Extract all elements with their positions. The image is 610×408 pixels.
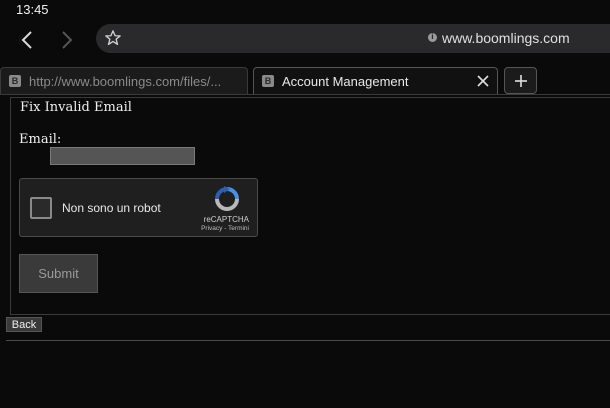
forward-arrow-icon[interactable] xyxy=(54,28,78,52)
tab-favicon-icon: B xyxy=(262,75,274,87)
tab-label: http://www.boomlings.com/files/... xyxy=(29,74,222,89)
address-bar[interactable]: i www.boomlings.com xyxy=(96,24,610,53)
status-bar-time: 13:45 xyxy=(16,2,49,17)
tab-strip-divider xyxy=(0,94,610,95)
close-icon[interactable] xyxy=(477,75,489,87)
recaptcha-widget: Non sono un robot reCAPTCHA Privacy - Te… xyxy=(19,178,258,237)
tab-label: Account Management xyxy=(282,74,409,89)
site-info-icon[interactable]: i xyxy=(428,33,437,42)
recaptcha-checkbox[interactable] xyxy=(30,197,52,219)
email-input[interactable] xyxy=(50,147,195,165)
recaptcha-privacy-links[interactable]: Privacy - Termini xyxy=(201,225,249,232)
email-label: Email: xyxy=(19,132,62,147)
fieldset-legend: Fix Invalid Email xyxy=(20,100,132,115)
horizontal-rule xyxy=(6,340,610,341)
bookmark-star-icon[interactable] xyxy=(104,29,122,47)
back-arrow-icon[interactable] xyxy=(16,28,40,52)
new-tab-button[interactable] xyxy=(504,67,537,94)
tab-files[interactable]: B http://www.boomlings.com/files/... xyxy=(0,67,248,95)
tab-favicon-icon: B xyxy=(9,75,21,87)
recaptcha-brand: reCAPTCHA xyxy=(203,215,249,224)
recaptcha-label: Non sono un robot xyxy=(62,201,161,215)
recaptcha-logo-icon xyxy=(215,186,239,211)
submit-button[interactable]: Submit xyxy=(19,254,98,293)
url-text[interactable]: www.boomlings.com xyxy=(442,30,570,46)
plus-icon xyxy=(515,75,527,87)
tab-account-management[interactable]: B Account Management xyxy=(253,67,498,95)
back-button[interactable]: Back xyxy=(6,317,42,332)
